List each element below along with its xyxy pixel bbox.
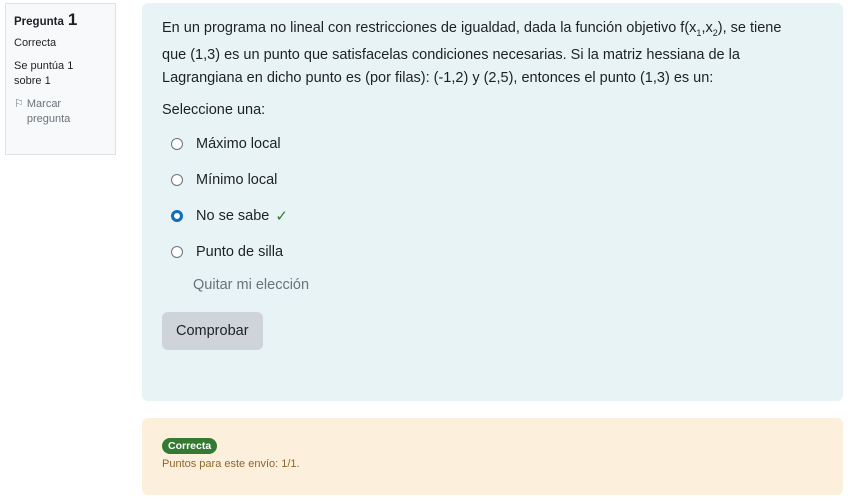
radio-button[interactable] (171, 246, 183, 259)
clear-choice-link[interactable]: Quitar mi elección (193, 274, 823, 296)
radio-button[interactable] (171, 174, 183, 187)
answer-prompt: Seleccione una: (162, 102, 266, 119)
answer-label: Máximo local (196, 136, 281, 153)
question-text-part1: En un programa no lineal con restriccion… (162, 20, 697, 36)
answer-option-no-se-sabe[interactable]: No se sabe ✓ (162, 198, 823, 234)
check-icon: ✓ (275, 208, 288, 226)
radio-button-selected[interactable] (171, 210, 183, 223)
question-text-var2: ,x (701, 20, 713, 36)
answer-option-maximo-local[interactable]: Máximo local (162, 126, 823, 162)
question-heading: Pregunta 1 (14, 10, 107, 30)
feedback-panel: Correcta Puntos para este envío: 1/1. (142, 418, 843, 495)
check-button[interactable]: Comprobar (162, 312, 263, 351)
question-info-panel: Pregunta 1 Correcta Se puntúa 1 sobre 1 … (5, 3, 116, 155)
flag-question-label: Marcar pregunta (26, 98, 71, 125)
answer-option-minimo-local[interactable]: Mínimo local (162, 162, 823, 198)
answer-option-punto-de-silla[interactable]: Punto de silla (162, 234, 823, 270)
question-formulation: En un programa no lineal con restriccion… (142, 3, 843, 401)
question-number: 1 (67, 10, 78, 29)
radio-button[interactable] (171, 138, 183, 151)
question-state: Correcta (14, 37, 57, 49)
answer-label: No se sabe (196, 208, 270, 225)
question-text: En un programa no lineal con restriccion… (162, 17, 802, 89)
flag-icon: ⚐ (14, 98, 24, 110)
answer-label: Mínimo local (196, 172, 278, 189)
flag-question-link[interactable]: ⚐ Marcar pregunta (14, 97, 107, 127)
correct-badge: Correcta (162, 438, 218, 454)
points-text: Puntos para este envío: 1/1. (162, 458, 300, 470)
question-grade: Se puntúa 1 sobre 1 (14, 60, 74, 87)
question-title-label: Pregunta (14, 16, 64, 28)
answer-label: Punto de silla (196, 244, 284, 261)
answer-list: Máximo local Mínimo local No se sabe ✓ P… (162, 126, 823, 270)
